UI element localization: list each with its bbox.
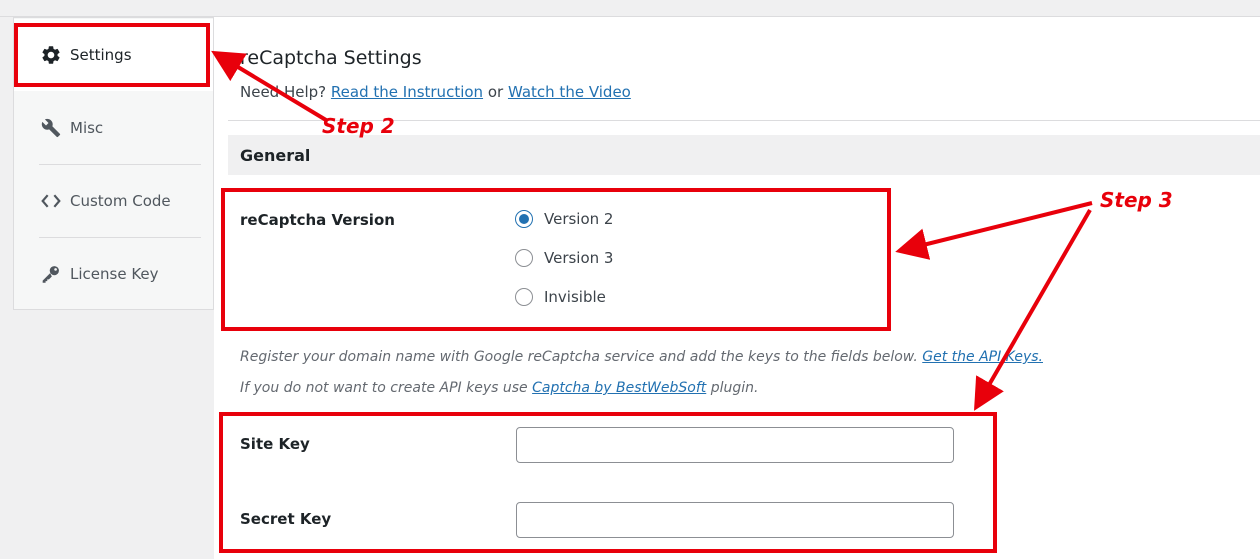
step-2-label: Step 2 xyxy=(322,114,395,138)
sidebar-item-label: Misc xyxy=(70,119,104,137)
description-suffix: plugin. xyxy=(710,380,759,396)
sidebar-item-label: License Key xyxy=(70,265,159,283)
help-prefix: Need Help? xyxy=(240,83,327,101)
sidebar-item-misc[interactable]: Misc xyxy=(14,92,213,164)
help-line: Need Help? Read the Instruction or Watch… xyxy=(240,83,631,101)
bestwebsoft-description: If you do not want to create API keys us… xyxy=(240,380,758,396)
radio-label: Version 2 xyxy=(544,210,614,228)
radio-invisible[interactable]: Invisible xyxy=(515,288,606,306)
captcha-bestwebsoft-link[interactable]: Captcha by BestWebSoft xyxy=(532,380,706,396)
sidebar-item-label: Settings xyxy=(70,46,132,64)
description-text: Register your domain name with Google re… xyxy=(240,349,918,365)
radio-button[interactable] xyxy=(515,288,533,306)
radio-label: Invisible xyxy=(544,288,606,306)
watch-video-link[interactable]: Watch the Video xyxy=(508,83,631,101)
recaptcha-version-label: reCaptcha Version xyxy=(240,211,395,229)
sidebar-item-label: Custom Code xyxy=(70,192,171,210)
radio-button[interactable] xyxy=(515,249,533,267)
key-icon xyxy=(40,263,62,285)
wrench-icon xyxy=(40,117,62,139)
section-header-general: General xyxy=(228,135,1260,175)
page-title: reCaptcha Settings xyxy=(240,47,422,69)
settings-sidebar: Settings Misc Custom Code License Key xyxy=(13,17,214,310)
read-instruction-link[interactable]: Read the Instruction xyxy=(331,83,483,101)
sidebar-item-license-key[interactable]: License Key xyxy=(14,238,213,310)
api-keys-description: Register your domain name with Google re… xyxy=(240,349,1043,365)
secret-key-input[interactable] xyxy=(516,502,954,538)
radio-button-checked[interactable] xyxy=(515,210,533,228)
radio-label: Version 3 xyxy=(544,249,614,267)
sidebar-item-settings[interactable]: Settings xyxy=(14,19,213,91)
step-3-label: Step 3 xyxy=(1100,188,1173,212)
sidebar-item-custom-code[interactable]: Custom Code xyxy=(14,165,213,237)
secret-key-label: Secret Key xyxy=(240,510,332,528)
code-icon xyxy=(40,190,62,212)
section-title: General xyxy=(240,145,311,165)
settings-panel: reCaptcha Settings Need Help? Read the I… xyxy=(214,17,1260,559)
radio-version-3[interactable]: Version 3 xyxy=(515,249,613,267)
help-or: or xyxy=(487,83,504,101)
radio-version-2[interactable]: Version 2 xyxy=(515,210,613,228)
gear-icon xyxy=(40,44,62,66)
description-prefix: If you do not want to create API keys us… xyxy=(240,380,528,396)
site-key-label: Site Key xyxy=(240,435,310,453)
site-key-input[interactable] xyxy=(516,427,954,463)
get-api-keys-link[interactable]: Get the API Keys. xyxy=(922,349,1043,365)
